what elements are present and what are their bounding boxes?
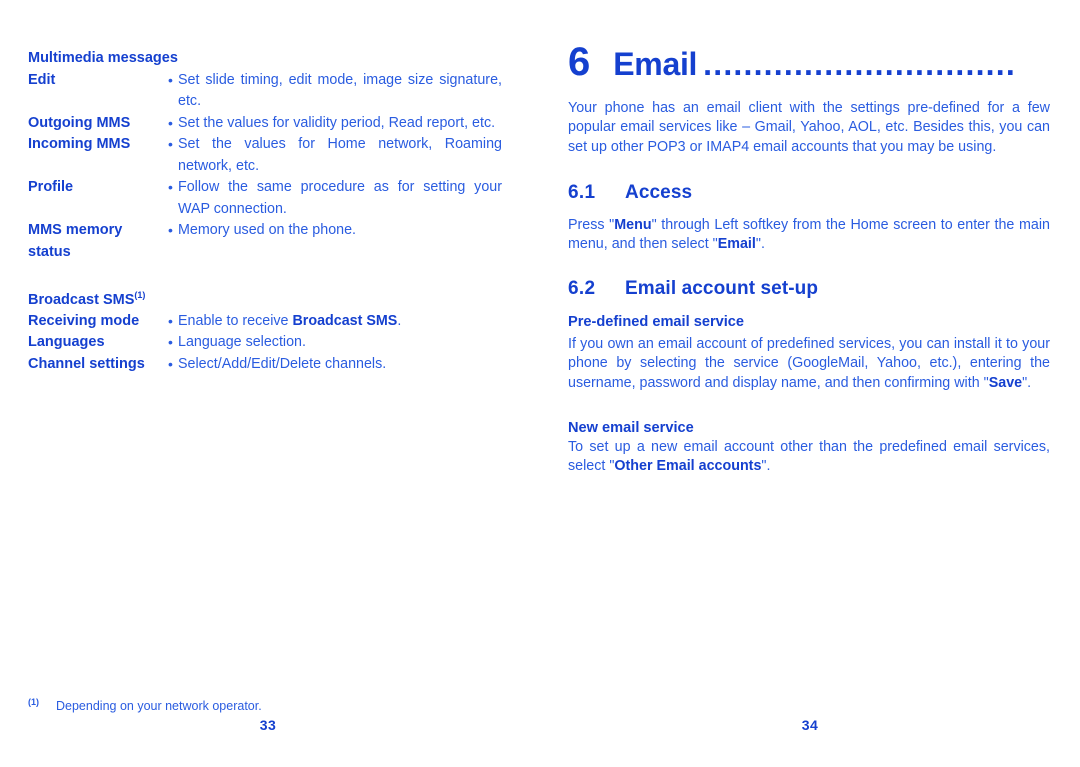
table-row: Receiving mode • Enable to receive Broad… <box>28 311 502 333</box>
bullet-icon: • <box>168 334 173 351</box>
footnote: (1) Depending on your network operator. <box>28 694 502 714</box>
page-number-left: 33 <box>259 717 277 733</box>
row-label-receiving-mode: Receiving mode <box>28 312 140 329</box>
bullet-icon: • <box>168 71 173 88</box>
section-heading-email-account-setup: 6.2 Email account set-up <box>568 277 1050 301</box>
group-title-broadcast-sms: Broadcast SMS(1) <box>28 285 502 311</box>
row-label-mms-memory-status: MMS memory status <box>28 222 123 260</box>
body-emphasis-email: Email <box>717 236 756 253</box>
table-group-title-row: Multimedia messages <box>28 48 502 70</box>
table-row: Outgoing MMS • Set the values for validi… <box>28 113 502 135</box>
table-row: MMS memory status • Memory used on the p… <box>28 220 502 263</box>
table-spacer <box>28 263 502 285</box>
subsection-heading-new-email-service: New email service <box>568 420 694 436</box>
subsection-body-new-email-service: To set up a new email account other than… <box>568 438 1050 477</box>
body-part: ". <box>755 236 765 253</box>
dotted-leader: ............................... <box>703 46 1016 82</box>
section-heading-access: 6.1 Access <box>568 181 1050 205</box>
bullet-icon: • <box>168 312 173 329</box>
subsection-heading-pre-defined-email-service: Pre-defined email service <box>568 314 745 330</box>
row-label-edit: Edit <box>28 71 56 88</box>
body-emphasis-other-email-accounts: Other Email accounts <box>614 458 762 475</box>
section-title: Email account set-up <box>625 278 819 299</box>
section-number: 6.1 <box>568 182 596 203</box>
group-title-multimedia-messages: Multimedia messages <box>28 50 178 66</box>
chapter-heading: 6 Email ............................... <box>568 40 1050 86</box>
row-desc-languages: Language selection. <box>178 334 306 351</box>
row-desc-profile: Follow the same procedure as for setting… <box>178 179 502 217</box>
table-row: Edit • Set slide timing, edit mode, imag… <box>28 70 502 113</box>
bullet-icon: • <box>168 179 173 195</box>
row-label-outgoing-mms: Outgoing MMS <box>28 114 131 131</box>
section-body-access: Press "Menu" through Left softkey from t… <box>568 216 1050 255</box>
row-label-incoming-mms: Incoming MMS <box>28 136 131 152</box>
footnote-text: Depending on your network operator. <box>56 699 262 714</box>
row-desc-mms-memory-status: Memory used on the phone. <box>178 222 357 238</box>
page-title: Email <box>613 46 698 82</box>
body-part: Press " <box>568 217 615 233</box>
table-row: Profile • Follow the same procedure as f… <box>28 177 502 220</box>
bullet-icon: • <box>168 136 173 152</box>
section-title: Access <box>625 182 693 203</box>
body-emphasis-menu: Menu <box>614 217 652 233</box>
table-row: Channel settings • Select/Add/Edit/Delet… <box>28 354 502 376</box>
subsection-body-pre-defined-email-service: If you own an email account of predefine… <box>568 335 1050 393</box>
desc-part: Enable to receive <box>178 312 293 329</box>
section-number: 6.2 <box>568 278 596 299</box>
row-desc-receiving-mode: Enable to receive Broadcast SMS. <box>178 311 502 333</box>
chapter-number: 6 <box>568 40 590 84</box>
bullet-icon: • <box>168 222 173 238</box>
body-part: ". <box>761 458 771 475</box>
group-title-text: Broadcast SMS <box>28 291 135 308</box>
row-label-languages: Languages <box>28 334 105 351</box>
row-label-channel-settings: Channel settings <box>28 355 145 372</box>
mms-settings-table: Multimedia messages Edit • Set slide tim… <box>28 48 502 375</box>
chapter-intro-paragraph: Your phone has an email client with the … <box>568 100 1050 155</box>
row-label-profile: Profile <box>28 179 74 195</box>
row-desc-outgoing-mms: Set the values for validity period, Read… <box>178 114 496 131</box>
row-desc-edit: Set slide timing, edit mode, image size … <box>178 71 502 110</box>
desc-part: . <box>397 312 402 329</box>
desc-emphasis: Broadcast SMS <box>292 312 398 329</box>
bullet-icon: • <box>168 114 173 131</box>
bullet-icon: • <box>168 355 173 372</box>
table-group-title-row: Broadcast SMS(1) <box>28 285 502 311</box>
row-desc-incoming-mms: Set the values for Home network, Roaming… <box>178 136 502 174</box>
footnote-marker: (1) <box>134 289 146 300</box>
page-number-right: 34 <box>801 717 819 733</box>
body-emphasis-save: Save <box>988 374 1023 391</box>
body-part: ". <box>1022 374 1032 391</box>
row-desc-channel-settings: Select/Add/Edit/Delete channels. <box>178 355 387 372</box>
table-multimedia-messages: Multimedia messages Edit • Set slide tim… <box>28 48 502 375</box>
body-part: If you own an email account of predefine… <box>568 336 1050 391</box>
page-left: Multimedia messages Edit • Set slide tim… <box>0 0 540 767</box>
table-row: Languages • Language selection. <box>28 332 502 354</box>
page-right: 6 Email ............................... … <box>540 0 1080 767</box>
table-row: Incoming MMS • Set the values for Home n… <box>28 134 502 177</box>
footnote-mark: (1) <box>28 697 39 707</box>
